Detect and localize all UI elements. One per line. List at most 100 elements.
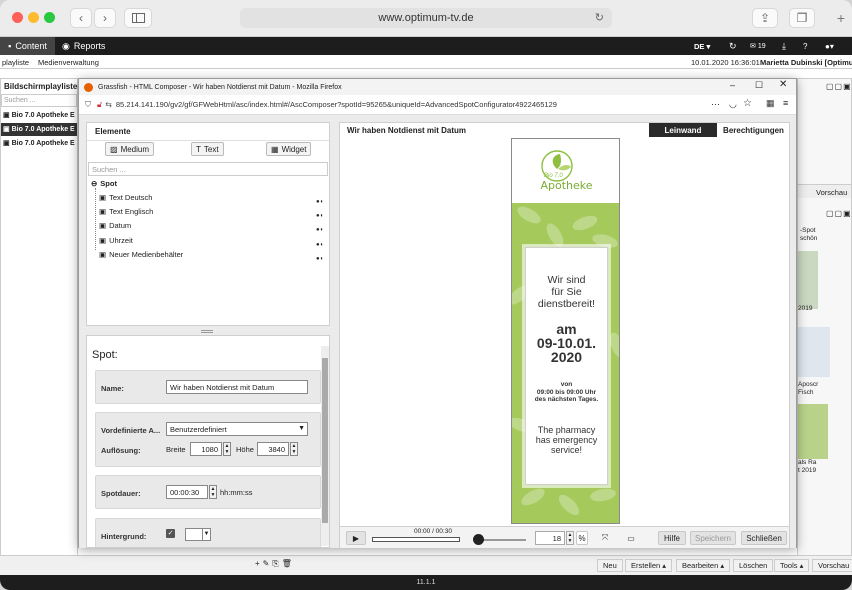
panel-control-icons[interactable]: ▢▢▣ [826,209,852,218]
timeline-progress[interactable] [372,537,460,542]
media-caption: als Ra [798,459,817,466]
maximize-window-button[interactable] [44,12,55,23]
bg-preview-label[interactable]: Vorschau [798,184,851,198]
edit-button[interactable]: Bearbeiten ▴ [676,559,731,572]
background-checkbox[interactable]: ✓ [166,529,175,538]
tab-permissions[interactable]: Berechtigungen [718,123,789,137]
poster-brand: Apotheke [540,179,593,192]
bg-search-input[interactable]: Suchen ... [1,94,77,107]
bg-media-item[interactable]: -Spot schön [798,227,832,249]
background-label: Hintergrund: [101,532,147,541]
maximize-icon[interactable]: ☐ [755,80,763,91]
more-icon[interactable]: ··· [711,99,720,109]
minimize-icon[interactable]: – [730,80,735,90]
download-icon[interactable]: ⤓ [782,37,786,55]
text-element-icon: ▣ [99,207,107,216]
bg-media-item[interactable]: Aposcr Fisch [798,381,818,397]
zoom-slider-thumb[interactable] [473,534,484,545]
help-button[interactable]: Hilfe [658,531,686,545]
preview-button[interactable]: Vorschau [812,559,852,572]
fit-screen-button[interactable]: ⤧ [596,531,614,545]
expand-icon: ⤧ [601,533,609,542]
minimize-window-button[interactable] [28,12,39,23]
bg-list-item[interactable]: ▣ Bio 7.0 Apotheke E [1,109,77,122]
height-input[interactable]: 3840 [257,442,289,456]
name-input[interactable]: Wir haben Notdienst mit Datum [166,380,308,394]
close-button[interactable]: Schließen [741,531,787,545]
subtab-medienverwaltung[interactable]: Medienverwaltung [38,58,99,67]
duration-spinner[interactable]: ▲ ▼ [209,485,217,499]
language-selector[interactable]: DE ▾ [694,37,710,55]
add-widget-button[interactable]: ▦ Widget [266,142,312,156]
shield-icon[interactable]: ⛉ [85,100,91,110]
tree-item-media-container[interactable]: ▣ Neuer Medienbehälter [99,250,183,259]
extensions-icon[interactable]: ▦ [766,98,775,109]
fullscreen-preview-button[interactable]: ▭ [622,531,640,545]
zoom-spinner[interactable]: ▲ ▼ [566,531,574,545]
save-button[interactable]: Speichern [690,531,736,545]
zoom-unit: % [576,531,588,545]
canvas-area: Wir haben Notdienst mit Datum Leinwand B… [339,122,790,548]
tree-root-spot[interactable]: ⊖ Spot [91,179,117,188]
visibility-toggles[interactable]: ●◖ ●◖ ●◖ ●◖ ●◖ [316,195,323,266]
bg-list-item-selected[interactable]: ▣ Bio 7.0 Apotheke E [1,123,77,136]
leaf-decoration [606,330,619,360]
mail-button[interactable]: ✉ 19 [750,37,766,55]
bg-list-item[interactable]: ▣ Bio 7.0 Apotheke E [1,137,77,150]
tab-canvas[interactable]: Leinwand [649,123,717,137]
tree-item-uhrzeit[interactable]: ▣ Uhrzeit [99,236,133,245]
resize-handle[interactable] [201,330,213,333]
panel-control-icons[interactable]: ▢▢▣ [826,82,852,91]
menu-icon[interactable]: ≡ [783,98,788,108]
bookmark-star-icon[interactable]: ☆ [743,98,752,109]
width-input[interactable]: 1080 [190,442,222,456]
add-text-button[interactable]: T Text [191,142,224,156]
tools-button[interactable]: Tools ▴ [774,559,810,572]
share-button[interactable]: ⇪ [752,8,778,28]
help-icon[interactable]: ? [803,37,807,55]
tree-item-text-deutsch[interactable]: ▣ Text Deutsch [99,193,152,202]
firefox-url[interactable]: 85.214.141.190/gv2/gf/GFWebHtml/asc/inde… [116,100,557,109]
permissions-icon[interactable]: ⇆ [105,100,112,109]
close-icon[interactable]: ✕ [779,79,787,90]
height-spinner[interactable]: ▲ ▼ [290,442,298,456]
properties-scrollbar[interactable] [321,346,329,546]
background-color-picker[interactable]: ▼ [185,528,211,541]
bg-media-item[interactable]: als Ra t 2019 [798,459,816,475]
forward-button[interactable]: › [94,8,116,28]
delete-button[interactable]: Löschen [733,559,774,572]
new-button[interactable]: Neu [597,559,623,572]
zoom-input[interactable]: 18 [535,531,565,545]
reports-icon: ◉ [62,40,70,51]
insecure-lock-icon[interactable]: 🔓︎ [97,100,102,110]
subtab-playliste[interactable]: playliste [2,58,29,67]
elements-search-input[interactable]: Suchen ... [88,162,328,176]
scrollbar-thumb[interactable] [322,358,328,523]
tree-item-datum[interactable]: ▣ Datum [99,221,131,230]
width-spinner[interactable]: ▲ ▼ [223,442,231,456]
close-window-button[interactable] [12,12,23,23]
bg-bottom-icons[interactable]: +✎⎘🗑 [255,559,295,569]
reload-icon[interactable]: ↻ [595,11,604,24]
user-menu-icon[interactable]: ●▾ [825,37,834,55]
tree-item-text-englisch[interactable]: ▣ Text Englisch [99,207,153,216]
tab-reports[interactable]: ◉ Reports [62,37,105,55]
create-button[interactable]: Erstellen ▴ [625,559,673,572]
address-bar[interactable]: www.optimum-tv.de ↻ [240,8,612,28]
media-caption: 2019 [798,305,813,312]
duration-input[interactable]: 00:00:30 [166,485,208,499]
tab-content[interactable]: ▪ Content [0,37,55,55]
refresh-icon[interactable]: ↻ [729,37,737,55]
preset-select[interactable]: Benutzerdefiniert ▼ [166,422,308,436]
pocket-icon[interactable]: ◡ [729,99,737,110]
spot-preview[interactable]: Bio 7.0 Apotheke Wir sind für Sie dienst… [511,138,620,524]
add-medium-button[interactable]: ▨ Medium [105,142,155,156]
play-button[interactable]: ▶ [346,531,366,545]
back-button[interactable]: ‹ [70,8,92,28]
new-tab-button[interactable]: + [830,8,852,28]
elements-header: Elemente [87,123,329,141]
sidebar-toggle-button[interactable] [124,8,152,28]
poster-logo-area: Bio 7.0 Apotheke [512,139,619,203]
tabs-overview-button[interactable]: ❐ [789,8,815,28]
composer-left-panel: Elemente ▨ Medium T Text ▦ Widget Suchen ..… [86,122,330,548]
